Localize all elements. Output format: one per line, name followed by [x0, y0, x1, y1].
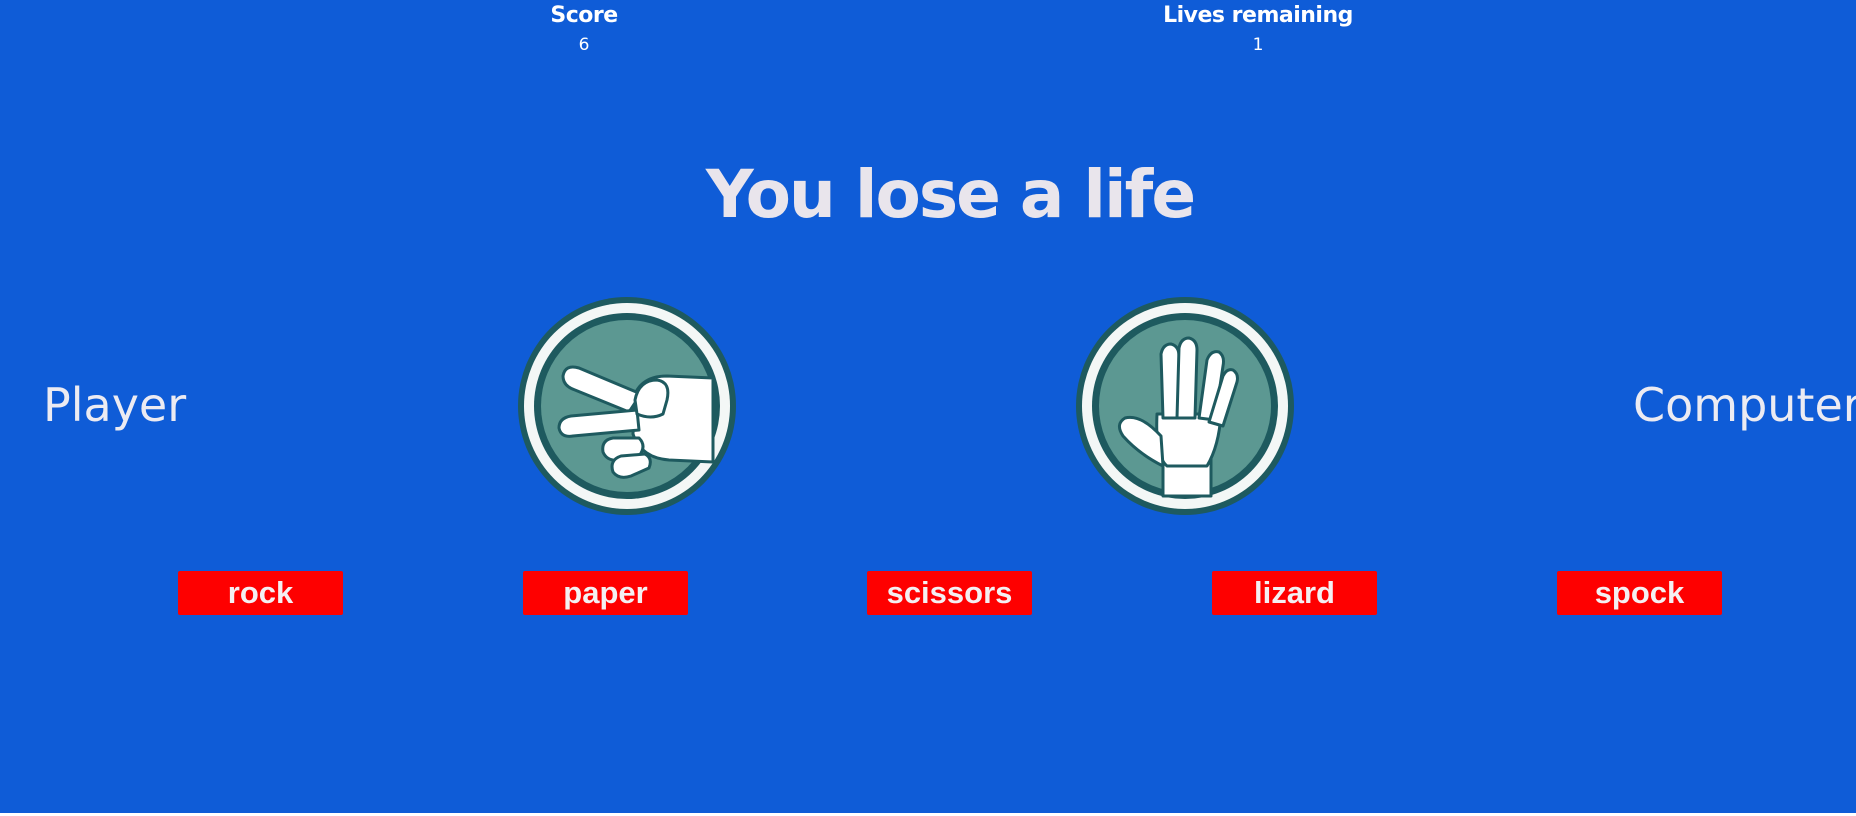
result-message: You lose a life: [705, 156, 1196, 233]
lives-value: 1: [1252, 35, 1264, 55]
score-panel: Score 6: [454, 2, 714, 56]
scissors-button[interactable]: scissors: [867, 571, 1032, 615]
game-board: Score 6 Lives remaining 1 You lose a lif…: [0, 0, 1856, 813]
lizard-button[interactable]: lizard: [1212, 571, 1377, 615]
spock-hand-icon: [1075, 296, 1295, 516]
spock-button[interactable]: spock: [1557, 571, 1722, 615]
paper-button[interactable]: paper: [523, 571, 688, 615]
computer-label: Computer: [1633, 378, 1856, 432]
lives-panel: Lives remaining 1: [1128, 2, 1388, 56]
score-value: 6: [578, 35, 590, 55]
score-label: Score: [550, 3, 618, 28]
scissors-hand-icon: [517, 296, 737, 516]
rock-button[interactable]: rock: [178, 571, 343, 615]
lives-label: Lives remaining: [1163, 3, 1353, 28]
player-label: Player: [43, 378, 187, 432]
